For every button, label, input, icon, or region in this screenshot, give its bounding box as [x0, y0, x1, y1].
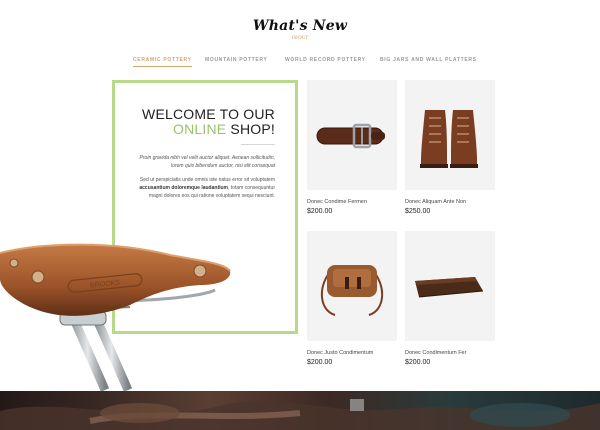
welcome-title: WELCOME TO OUR ONLINE SHOP! [142, 107, 275, 137]
product-name[interactable]: Donec Aliquam Ante Non [405, 199, 495, 205]
product-name[interactable]: Donec Condime Fermen [307, 199, 397, 205]
welcome-body-bold: accusantium doloremque laudantium [139, 185, 229, 191]
bicycle-saddle-image: BROOKS [0, 243, 231, 392]
product-image[interactable] [405, 80, 495, 190]
section-title: What's New [252, 18, 348, 34]
boots-icon [420, 110, 478, 168]
welcome-body-text: Sed ut perspiciatis unde omnis iste natu… [133, 176, 275, 200]
tab-mountain-pottery[interactable]: MOUNTAIN POTTERY [205, 57, 268, 63]
bag-icon [320, 265, 384, 316]
product-image[interactable] [307, 231, 397, 341]
welcome-title-accent: ONLINE [173, 121, 227, 137]
product-image[interactable] [405, 231, 495, 341]
product-card[interactable]: Donec Justo Condimentum $200.00 [307, 231, 397, 366]
banner-photo [0, 399, 600, 430]
product-name[interactable]: Donec Condimentum Fer [405, 350, 495, 356]
wallet-icon [415, 277, 484, 298]
product-price: $200.00 [307, 208, 333, 215]
tab-big-jars-wall-platters[interactable]: BIG JARS AND WALL PLATTERS [380, 57, 477, 63]
section-heading: What's New IN/OUT [0, 18, 600, 41]
welcome-title-line1: WELCOME TO OUR [142, 106, 275, 122]
welcome-title-rest: SHOP! [226, 121, 275, 137]
tab-ceramic-pottery[interactable]: CERAMIC POTTERY [133, 57, 192, 67]
section-subtitle: IN/OUT [291, 36, 309, 41]
tab-world-record-pottery[interactable]: WORLD RECORD POTTERY [285, 57, 366, 63]
product-card[interactable]: Donec Condime Fermen $200.00 [307, 80, 397, 215]
product-price: $200.00 [307, 359, 333, 366]
product-card[interactable]: Donec Aliquam Ante Non $250.00 [405, 80, 495, 215]
belt-icon [316, 123, 385, 149]
product-image[interactable] [307, 80, 397, 190]
category-tabs: CERAMIC POTTERY MOUNTAIN POTTERY WORLD R… [0, 57, 600, 67]
product-price: $250.00 [405, 208, 431, 215]
product-card[interactable]: Donec Condimentum Fer $200.00 [405, 231, 495, 366]
welcome-body-start: Sed ut perspiciatis unde omnis iste natu… [139, 177, 275, 183]
product-name[interactable]: Donec Justo Condimentum [307, 350, 397, 356]
welcome-intro-text: Proin gravida nibh vel velit auctor aliq… [139, 155, 275, 169]
footer-banner-image [0, 391, 600, 430]
product-price: $200.00 [405, 359, 431, 366]
welcome-divider [241, 144, 275, 145]
